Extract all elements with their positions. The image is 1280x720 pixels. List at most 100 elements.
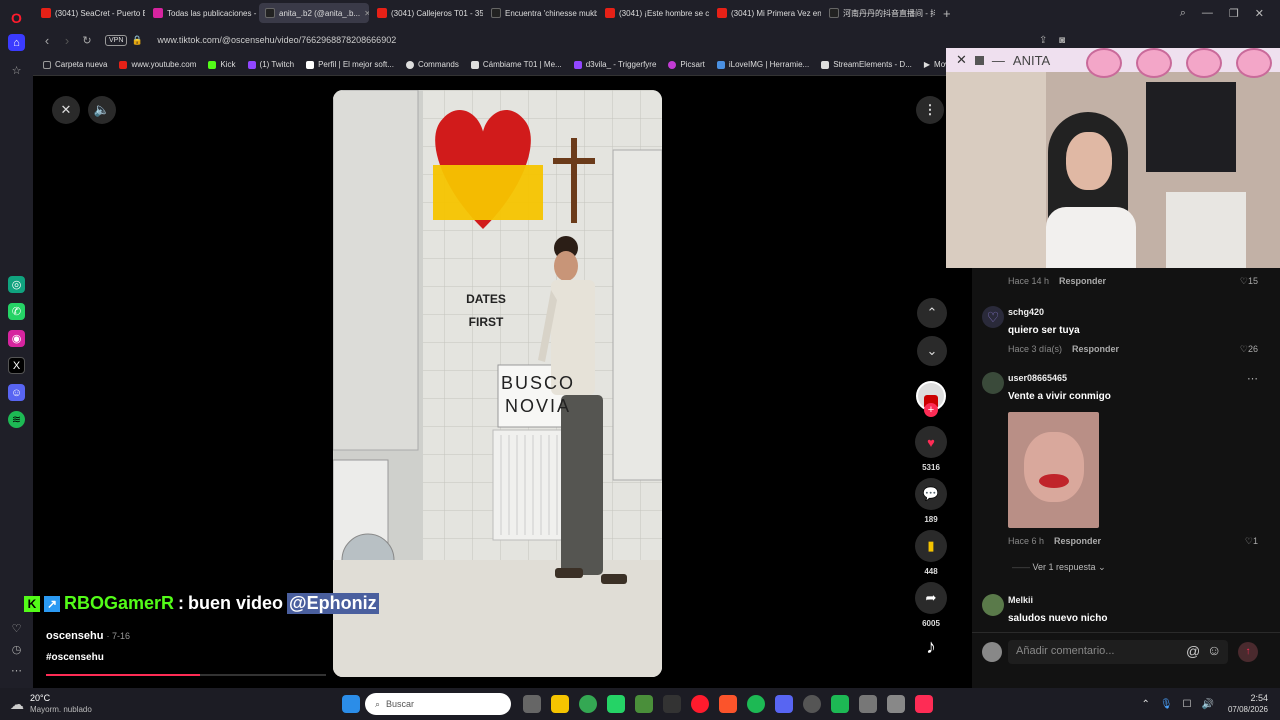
more-options-icon[interactable]: ⋮ <box>916 96 944 124</box>
clock[interactable]: 2:54 07/08/2026 <box>1228 693 1268 715</box>
x-icon[interactable]: X <box>8 357 25 374</box>
discord-icon[interactable]: ☺ <box>8 384 25 401</box>
bookmark-4[interactable]: Perfil | El mejor soft... <box>306 60 394 69</box>
tab-6[interactable]: (3041) Mi Primera Vez en <box>711 3 821 23</box>
epic-games-icon[interactable] <box>663 695 681 713</box>
file-explorer-icon[interactable] <box>551 695 569 713</box>
avatar[interactable] <box>982 594 1004 616</box>
bookmark-7[interactable]: d3vila_ - Triggerfyre <box>573 60 656 69</box>
back-icon[interactable]: ‹ <box>37 33 57 48</box>
mention-icon[interactable]: @ <box>1186 643 1200 659</box>
spotify-icon[interactable]: ≋ <box>8 411 25 428</box>
tab-7[interactable]: 河南丹丹的抖音直播间 - 抖 <box>823 3 935 23</box>
like-action[interactable]: ♥ 5316 <box>913 426 949 472</box>
bookmark-1[interactable]: www.youtube.com <box>119 60 196 69</box>
opera-logo-icon[interactable]: O <box>8 9 25 26</box>
creator-avatar[interactable]: + <box>913 381 949 417</box>
instagram-icon[interactable]: ◉ <box>8 330 25 347</box>
chevron-up-icon[interactable]: ⌃ <box>1141 699 1149 710</box>
url-field[interactable]: www.tiktok.com/@oscensehu/video/76629688… <box>157 35 396 45</box>
reply-button[interactable]: Responder <box>1054 536 1101 546</box>
brave-icon[interactable] <box>719 695 737 713</box>
camera-icon[interactable]: ◙ <box>1059 35 1065 46</box>
bookmark-10[interactable]: StreamElements - D... <box>821 60 912 69</box>
reload-icon[interactable]: ↻ <box>77 34 97 47</box>
comment-username[interactable]: user08665465 <box>1008 373 1067 383</box>
taskbar-search[interactable]: ⌕ Buscar <box>365 693 511 715</box>
star-icon[interactable]: ☆ <box>8 62 25 79</box>
comment-action[interactable]: 💬 189 <box>913 478 949 524</box>
volume-icon[interactable]: 🔊 <box>1202 699 1214 710</box>
more-icon[interactable]: ⋯ <box>8 662 25 679</box>
reply-button[interactable]: Responder <box>1059 276 1106 286</box>
tab-1[interactable]: Todas las publicaciones - <box>147 3 257 23</box>
progress-bar[interactable] <box>46 674 326 676</box>
app-icon[interactable] <box>831 695 849 713</box>
lock-icon[interactable]: 🔒 <box>127 35 147 46</box>
vpn-badge[interactable]: VPN <box>105 34 128 46</box>
avatar[interactable]: ♡ <box>982 306 1004 328</box>
tab-2[interactable]: anita_.b2 (@anita_.b... ✕ <box>259 3 369 23</box>
view-replies-button[interactable]: —— Ver 1 respuesta ⌄ <box>1012 562 1106 573</box>
avatar[interactable] <box>982 372 1004 394</box>
chrome-icon[interactable] <box>579 695 597 713</box>
like-icon[interactable]: ♥ <box>915 426 947 458</box>
save-action[interactable]: ▮ 448 <box>913 530 949 576</box>
windows-start-icon[interactable] <box>342 695 360 713</box>
bookmark-5[interactable]: Commands <box>405 60 459 69</box>
comment-like[interactable]: ♡15 <box>1240 276 1258 287</box>
comment-sticker-image[interactable] <box>1008 412 1099 528</box>
close-window-icon[interactable]: ✕ <box>1255 7 1264 20</box>
bookmark-8[interactable]: Picsart <box>668 60 705 69</box>
bookmark-icon[interactable]: ▮ <box>915 530 947 562</box>
obs-icon[interactable] <box>803 695 821 713</box>
close-video-icon[interactable]: ✕ <box>52 96 80 124</box>
send-icon[interactable]: ↑ <box>1238 642 1258 662</box>
minecraft-icon[interactable] <box>635 695 653 713</box>
tab-0[interactable]: (3041) SeaCret - Puerto Es <box>35 3 145 23</box>
forward-icon[interactable]: › <box>57 33 77 48</box>
volume-icon[interactable]: 🔈 <box>88 96 116 124</box>
follow-icon[interactable]: + <box>924 403 938 417</box>
new-tab-button[interactable]: + <box>937 3 957 23</box>
settings-icon[interactable] <box>859 695 877 713</box>
tiktok-icon[interactable] <box>915 695 933 713</box>
discord-icon[interactable] <box>775 695 793 713</box>
spotify-icon[interactable] <box>747 695 765 713</box>
history-icon[interactable]: ◷ <box>8 641 25 658</box>
search-tabs-icon[interactable]: ⌕ <box>1180 7 1186 20</box>
tab-4[interactable]: Encuentra 'chinesse mukb <box>485 3 597 23</box>
microphone-icon[interactable]: 🎙 <box>1160 699 1173 710</box>
tab-5[interactable]: (3041) ¡Este hombre se co <box>599 3 709 23</box>
next-video-button[interactable]: ⌄ <box>917 336 947 366</box>
video-player[interactable]: DATES FIRST BUSCO NOVIA <box>333 90 662 677</box>
comment-username[interactable]: schg420 <box>1008 307 1044 317</box>
app-icon[interactable] <box>887 695 905 713</box>
bookmark-2[interactable]: Kick <box>208 60 236 69</box>
comment-username[interactable]: Melkii <box>1008 595 1033 605</box>
video-hashtag[interactable]: #oscensehu <box>46 652 104 663</box>
chatgpt-icon[interactable]: ◎ <box>8 276 25 293</box>
whatsapp-icon[interactable]: ✆ <box>8 303 25 320</box>
tab-3[interactable]: (3041) Callejeros T01 - 35 <box>371 3 483 23</box>
minimize-icon[interactable]: — <box>1202 7 1213 20</box>
comment-like[interactable]: ♡1 <box>1245 536 1258 547</box>
close-tab-icon[interactable]: ✕ <box>364 9 369 18</box>
comment-more-icon[interactable]: ⋯ <box>1247 372 1258 385</box>
home-icon[interactable]: ⌂ <box>8 34 25 51</box>
comment-like[interactable]: ♡26 <box>1240 344 1258 355</box>
avatar[interactable] <box>982 642 1002 662</box>
bookmark-6[interactable]: Cámbiame T01 | Me... <box>470 60 562 69</box>
emoji-icon[interactable]: ☺ <box>1207 642 1221 658</box>
comment-icon[interactable]: 💬 <box>915 478 947 510</box>
weather-widget[interactable]: ☁ 20°C Mayorm. nublado <box>10 693 310 715</box>
task-view-icon[interactable] <box>523 695 541 713</box>
opera-icon[interactable] <box>691 695 709 713</box>
network-icon[interactable]: ☐ <box>1183 699 1192 710</box>
bookmark-3[interactable]: (1) Twitch <box>247 60 294 69</box>
reply-button[interactable]: Responder <box>1072 344 1119 354</box>
share-icon[interactable]: ⇪ <box>1039 35 1047 46</box>
share-action[interactable]: ➦ 6005 <box>913 582 949 628</box>
video-author[interactable]: oscensehu · 7-16 <box>46 630 130 642</box>
maximize-icon[interactable]: ❐ <box>1229 7 1239 20</box>
